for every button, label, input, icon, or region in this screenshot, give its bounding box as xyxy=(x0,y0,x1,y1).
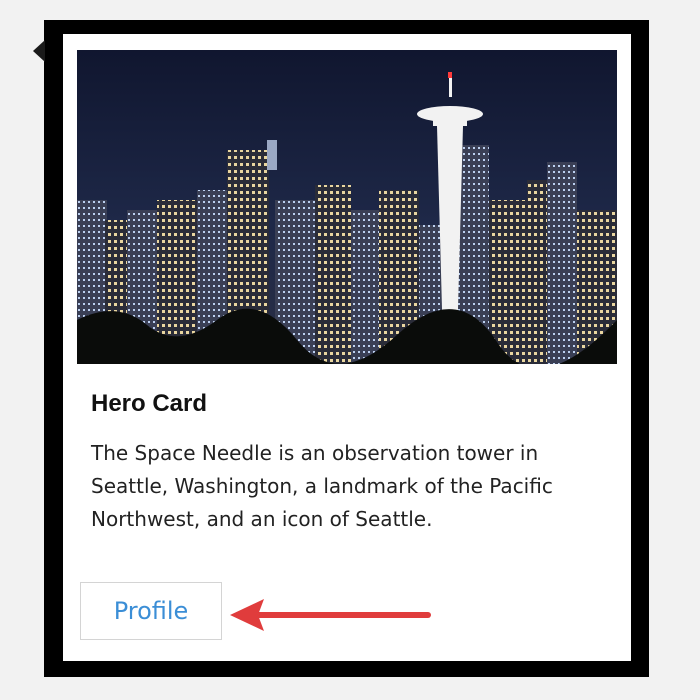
hero-image xyxy=(77,50,617,364)
card-description: The Space Needle is an observation tower… xyxy=(91,441,553,531)
profile-button[interactable]: Profile xyxy=(80,582,222,640)
annotation-arrow-icon xyxy=(230,599,431,631)
card-title: Hero Card xyxy=(91,390,208,417)
card-pointer-tail xyxy=(33,40,45,62)
